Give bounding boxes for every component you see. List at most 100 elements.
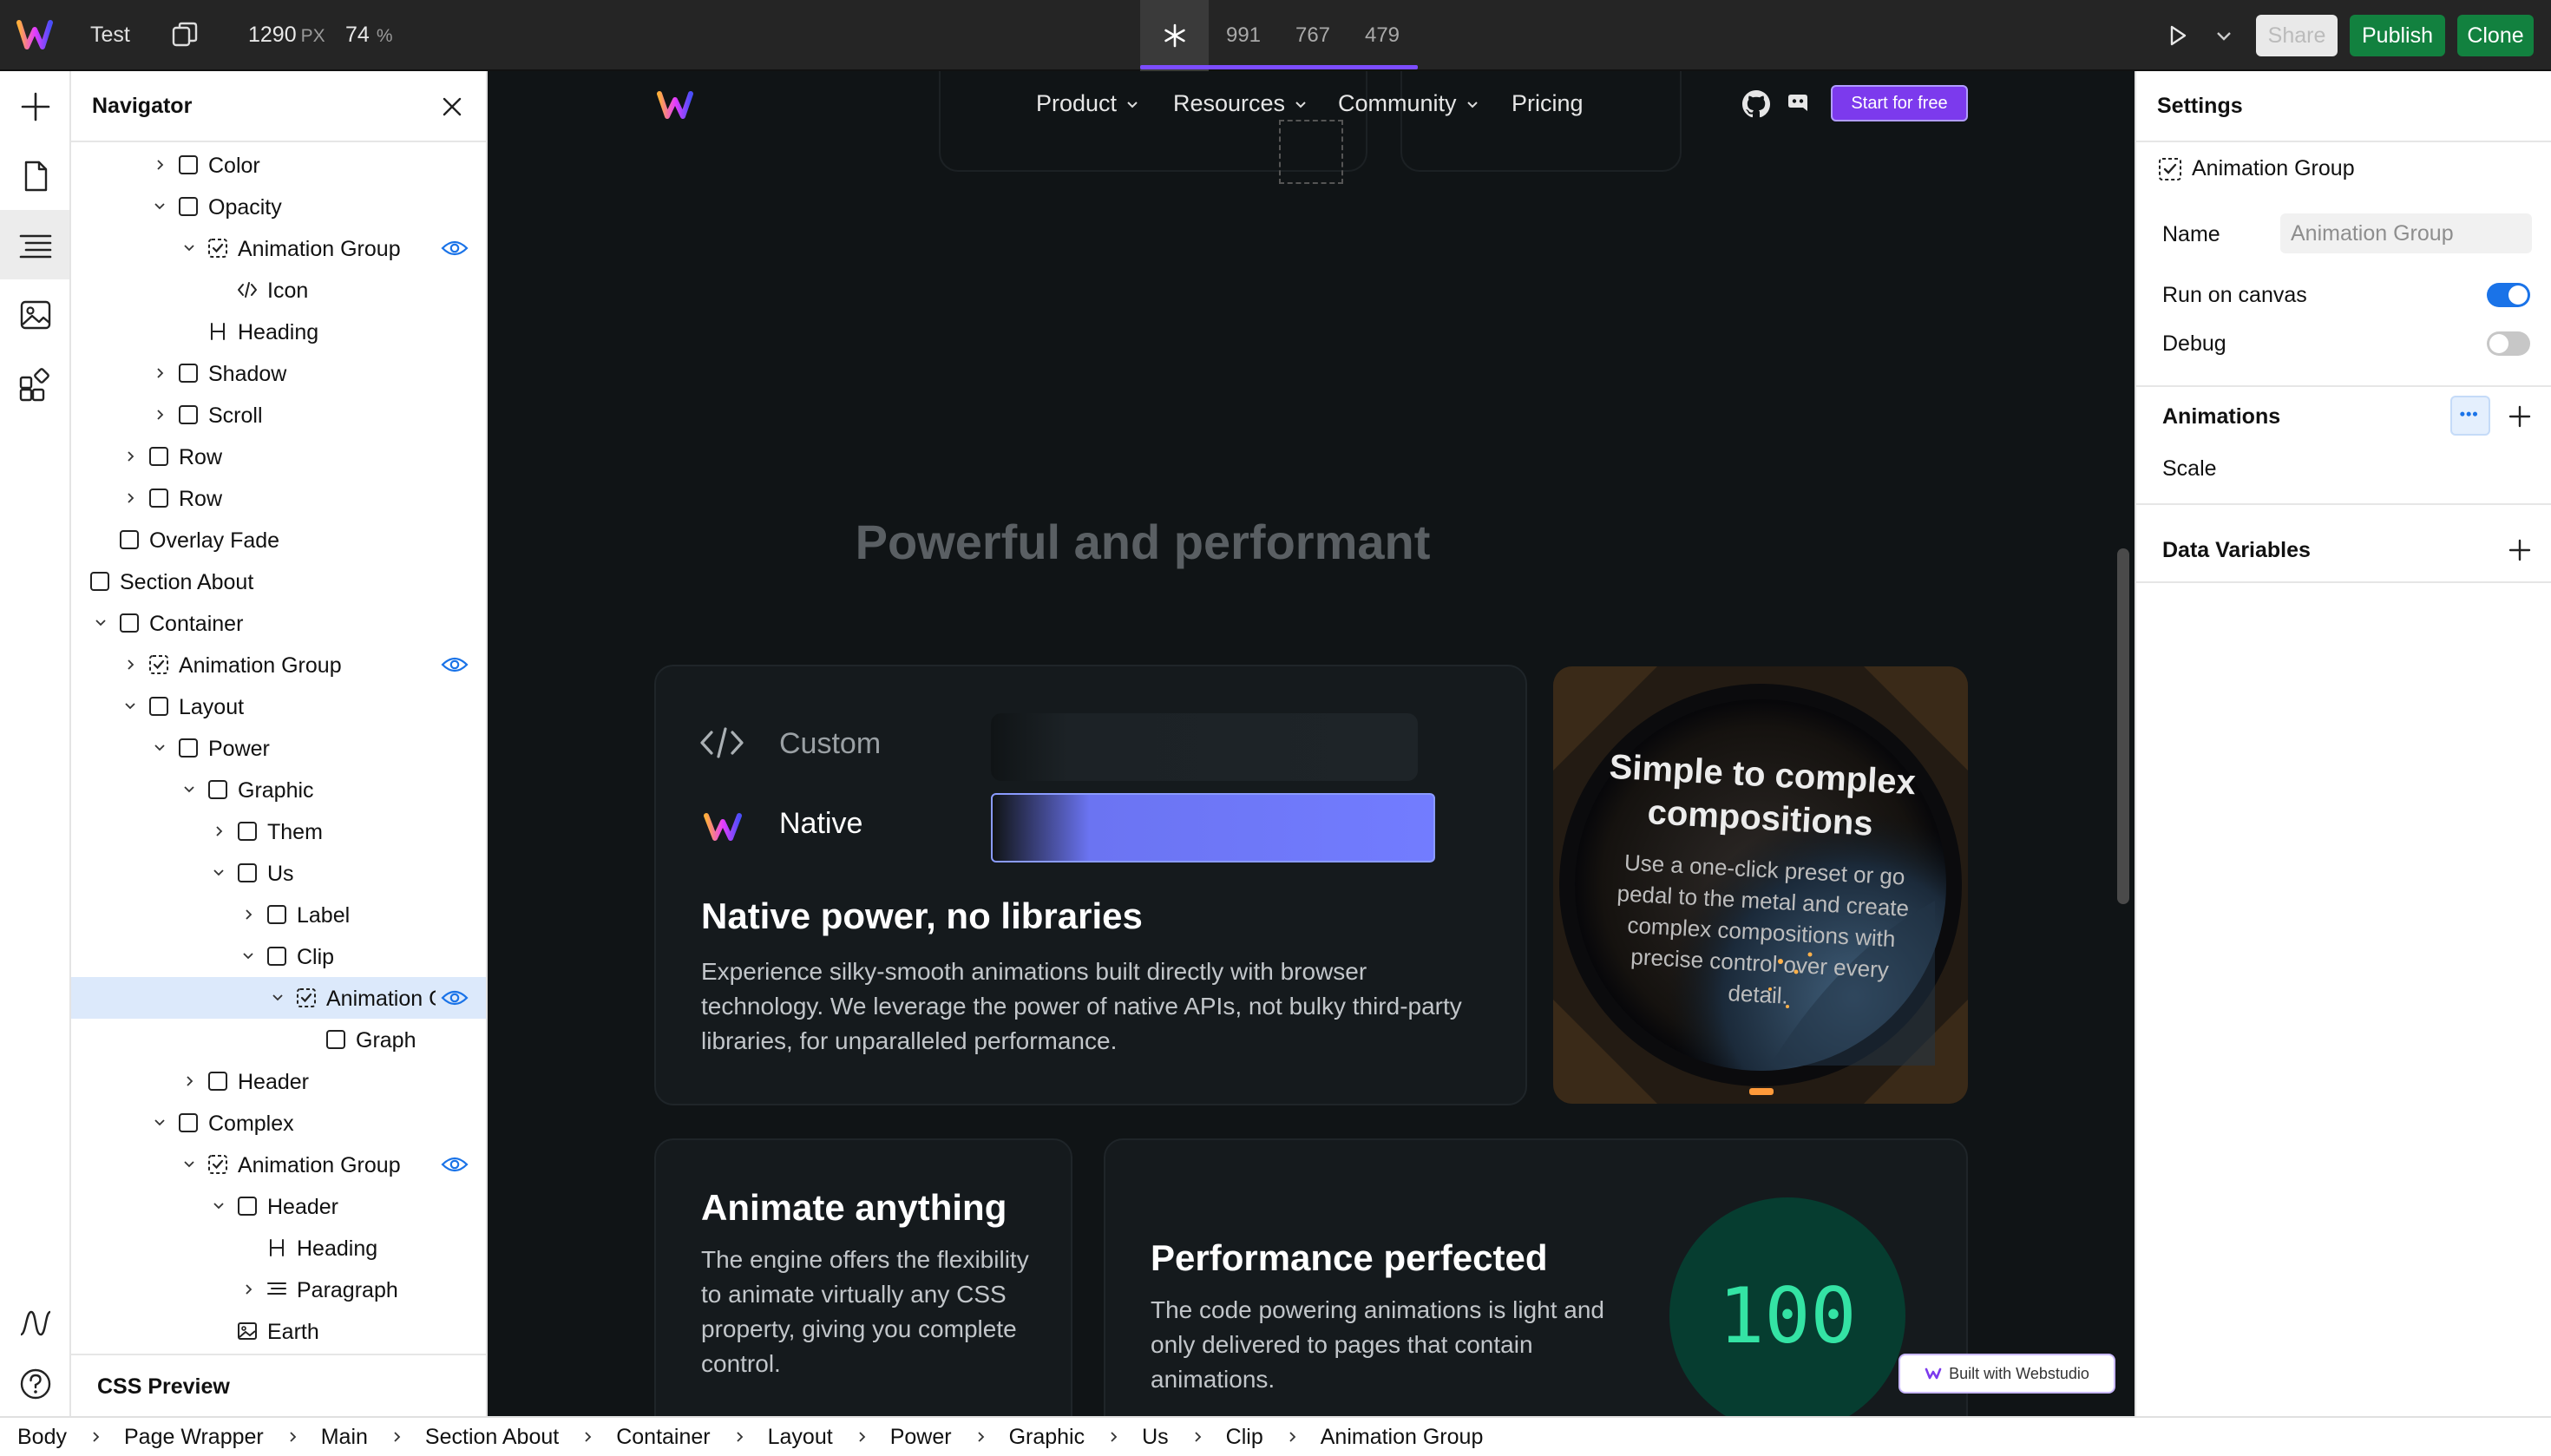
breadcrumb-item[interactable]: Container — [616, 1425, 710, 1450]
tree-item[interactable]: Header — [71, 1185, 486, 1227]
tree-item[interactable]: Shadow — [71, 352, 486, 394]
canvas-zoom[interactable]: 74% — [345, 23, 393, 48]
tree-item[interactable]: Scroll — [71, 394, 486, 436]
eye-icon[interactable] — [441, 987, 469, 1008]
canvas-width[interactable]: 1290 PX — [248, 23, 325, 48]
tree-item[interactable]: Animation Group — [71, 1144, 486, 1185]
project-name[interactable]: Test — [90, 23, 130, 48]
breadcrumb-item[interactable]: Page Wrapper — [124, 1425, 264, 1450]
tree-item[interactable]: Container — [71, 602, 486, 644]
close-icon[interactable] — [437, 92, 467, 121]
tree-item[interactable]: Animation Group — [71, 227, 486, 269]
play-icon[interactable] — [2164, 23, 2190, 49]
breakpoint-base[interactable] — [1140, 0, 1209, 71]
site-logo-icon[interactable] — [656, 89, 694, 121]
clone-button[interactable]: Clone — [2457, 15, 2534, 56]
eye-icon[interactable] — [441, 654, 469, 675]
breadcrumb-item[interactable]: Main — [321, 1425, 368, 1450]
chevron-right-icon[interactable] — [210, 823, 227, 840]
navigator-icon[interactable] — [17, 227, 54, 264]
chevron-down-icon[interactable] — [151, 739, 168, 757]
tree-item[interactable]: Graphic — [71, 769, 486, 810]
tree-item[interactable]: Power — [71, 727, 486, 769]
tree-item[interactable]: Header — [71, 1060, 486, 1102]
components-icon[interactable] — [17, 366, 54, 403]
add-icon[interactable] — [17, 89, 54, 125]
more-options-button[interactable] — [2450, 396, 2490, 436]
chevron-down-icon[interactable] — [121, 698, 139, 715]
breadcrumb-item[interactable]: Clip — [1226, 1425, 1263, 1450]
built-with-badge[interactable]: Built with Webstudio — [1898, 1354, 2115, 1394]
breadcrumb-item[interactable]: Section About — [425, 1425, 559, 1450]
help-icon[interactable] — [17, 1366, 54, 1402]
canvas-scrollbar[interactable] — [2117, 548, 2129, 904]
share-button[interactable]: Share — [2256, 15, 2338, 56]
breadcrumb-item[interactable]: Power — [890, 1425, 952, 1450]
add-animation-icon[interactable] — [2508, 404, 2532, 429]
chevron-down-icon[interactable] — [92, 614, 109, 632]
compositions-image-card[interactable]: Simple to complex compositions Use a one… — [1553, 666, 1968, 1104]
chevron-right-icon[interactable] — [151, 406, 168, 423]
tree-item[interactable]: Complex — [71, 1102, 486, 1144]
discord-icon[interactable] — [1784, 90, 1812, 118]
tree-item[interactable]: Heading — [71, 1227, 486, 1269]
eye-icon[interactable] — [441, 238, 469, 259]
site-nav-community[interactable]: Community — [1338, 90, 1479, 117]
chevron-down-icon[interactable] — [180, 239, 198, 257]
tree-item[interactable]: Earth — [71, 1310, 486, 1352]
breakpoint-479[interactable]: 479 — [1348, 0, 1417, 71]
tree-item[interactable]: Them — [71, 810, 486, 852]
breakpoint-767[interactable]: 767 — [1278, 0, 1348, 71]
run-on-canvas-toggle[interactable] — [2487, 283, 2530, 307]
chevron-down-icon[interactable] — [151, 1114, 168, 1131]
add-variable-icon[interactable] — [2508, 538, 2532, 562]
github-icon[interactable] — [1742, 90, 1770, 118]
tree-item[interactable]: Heading — [71, 311, 486, 352]
css-preview-section[interactable]: CSS Preview — [71, 1354, 486, 1416]
site-nav-resources[interactable]: Resources — [1173, 90, 1308, 117]
chevron-right-icon[interactable] — [121, 448, 139, 465]
copy-icon[interactable] — [170, 21, 200, 50]
breadcrumb-item[interactable]: Us — [1142, 1425, 1169, 1450]
native-bar[interactable] — [991, 793, 1435, 862]
breadcrumb-item[interactable]: Animation Group — [1321, 1425, 1484, 1450]
tree-item[interactable]: Opacity — [71, 186, 486, 227]
tree-item[interactable]: Label — [71, 894, 486, 935]
breakpoint-991[interactable]: 991 — [1209, 0, 1278, 71]
breadcrumb-item[interactable]: Layout — [768, 1425, 833, 1450]
chevron-down-icon[interactable] — [210, 864, 227, 882]
tree-item[interactable]: Animation Group — [71, 644, 486, 685]
tree-item[interactable]: Layout — [71, 685, 486, 727]
tree-item[interactable]: Section About — [71, 561, 486, 602]
canvas[interactable]: Product Resources Community Pricing Star… — [488, 71, 2135, 1416]
tree-item[interactable]: Animation Gı — [71, 977, 486, 1019]
chevron-down-icon[interactable] — [269, 989, 286, 1007]
site-nav-product[interactable]: Product — [1036, 90, 1139, 117]
name-input[interactable]: Animation Group — [2280, 213, 2532, 253]
chevron-right-icon[interactable] — [239, 906, 257, 923]
eye-icon[interactable] — [441, 1154, 469, 1175]
chevron-right-icon[interactable] — [121, 656, 139, 673]
chevron-right-icon[interactable] — [151, 156, 168, 174]
assets-icon[interactable] — [17, 297, 54, 333]
tree-item[interactable]: Row — [71, 436, 486, 477]
tree-item[interactable]: Overlay Fade — [71, 519, 486, 561]
chevron-down-icon[interactable] — [239, 948, 257, 965]
site-nav-pricing[interactable]: Pricing — [1512, 90, 1584, 117]
chevron-right-icon[interactable] — [239, 1281, 257, 1298]
chevron-right-icon[interactable] — [151, 364, 168, 382]
chevron-down-icon[interactable] — [151, 198, 168, 215]
chevron-down-icon[interactable] — [210, 1197, 227, 1215]
chevron-right-icon[interactable] — [180, 1072, 198, 1090]
breadcrumb-item[interactable]: Body — [17, 1425, 67, 1450]
tree-item[interactable]: Row — [71, 477, 486, 519]
animation-item-scale[interactable]: Scale — [2162, 456, 2217, 482]
tree-item[interactable]: Color — [71, 144, 486, 186]
chevron-down-icon[interactable] — [2214, 26, 2233, 45]
webstudio-logo-icon[interactable] — [16, 17, 54, 54]
debug-toggle[interactable] — [2487, 331, 2530, 356]
animation-icon[interactable] — [17, 1305, 54, 1341]
tree-item[interactable]: Clip — [71, 935, 486, 977]
tree-item[interactable]: Us — [71, 852, 486, 894]
tree-item[interactable]: Graph — [71, 1019, 486, 1060]
